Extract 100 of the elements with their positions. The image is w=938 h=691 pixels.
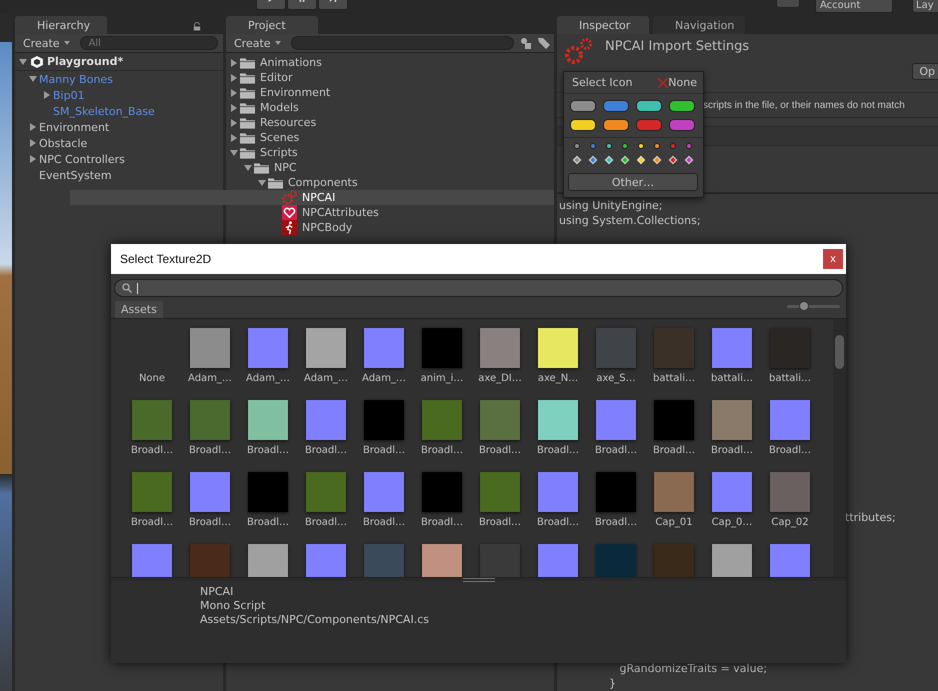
texture-thumbnail[interactable] <box>306 328 346 368</box>
label-icon-option[interactable] <box>570 119 596 131</box>
texture-thumbnail[interactable] <box>190 544 230 577</box>
label-icon-option[interactable] <box>636 100 662 112</box>
project-row[interactable]: NPCBody <box>270 220 554 235</box>
texture-thumbnail[interactable] <box>654 328 694 368</box>
collapsed-arrow-icon[interactable] <box>230 104 238 112</box>
texture-thumbnail[interactable] <box>248 544 288 577</box>
collapsed-arrow-icon[interactable] <box>230 88 238 96</box>
dot-icon-option[interactable] <box>686 143 692 149</box>
texture-thumbnail[interactable] <box>538 328 578 368</box>
project-row[interactable]: Components <box>256 175 554 190</box>
assets-tab[interactable]: Assets <box>115 301 163 318</box>
texture-thumbnail[interactable] <box>190 328 230 368</box>
texture-thumbnail[interactable] <box>306 400 346 440</box>
diamond-icon-option[interactable] <box>684 156 694 164</box>
close-button[interactable]: x <box>823 249 843 269</box>
project-row[interactable]: Editor <box>228 70 554 85</box>
search-field[interactable] <box>290 36 514 50</box>
project-row[interactable]: Scenes <box>228 130 554 145</box>
collapsed-arrow-icon[interactable] <box>230 74 238 82</box>
texture-thumbnail[interactable] <box>248 472 288 512</box>
texture-thumbnail[interactable] <box>770 472 810 512</box>
hierarchy-item[interactable]: SM_Skeleton_Base <box>53 104 155 118</box>
project-row[interactable]: Animations <box>228 55 554 70</box>
expanded-arrow-icon[interactable] <box>258 178 266 186</box>
hierarchy-item[interactable]: Environment <box>39 120 110 134</box>
none-button[interactable]: None <box>658 76 697 89</box>
project-row[interactable]: NPCAttributes <box>270 205 554 220</box>
layout-dropdown[interactable]: Lay <box>912 0 938 13</box>
texture-thumbnail[interactable] <box>190 400 230 440</box>
texture-thumbnail[interactable] <box>480 328 520 368</box>
dot-icon-option[interactable] <box>574 143 580 149</box>
inspector-tab[interactable]: Inspector <box>557 16 649 34</box>
expanded-arrow-icon[interactable] <box>244 164 252 172</box>
scrollbar[interactable] <box>833 319 846 577</box>
project-row[interactable]: Scripts <box>228 145 554 160</box>
diamond-icon-option[interactable] <box>636 156 646 164</box>
texture-thumbnail[interactable] <box>248 400 288 440</box>
texture-thumbnail[interactable] <box>712 472 752 512</box>
texture-thumbnail[interactable] <box>190 472 230 512</box>
dot-icon-option[interactable] <box>590 143 596 149</box>
search-field[interactable] <box>114 279 843 297</box>
hierarchy-item[interactable]: Obstacle <box>39 136 88 150</box>
diamond-icon-option[interactable] <box>604 156 614 164</box>
project-tab[interactable]: Project <box>226 16 318 34</box>
texture-thumbnail[interactable] <box>480 400 520 440</box>
collapsed-arrow-icon[interactable] <box>29 155 37 163</box>
collapsed-arrow-icon[interactable] <box>29 123 37 131</box>
dot-icon-option[interactable] <box>622 143 628 149</box>
texture-thumbnail[interactable] <box>770 544 810 577</box>
dot-icon-option[interactable] <box>654 143 660 149</box>
texture-thumbnail[interactable] <box>248 328 288 368</box>
resize-handle[interactable] <box>111 577 846 581</box>
texture-thumbnail[interactable] <box>422 328 462 368</box>
texture-thumbnail[interactable] <box>132 400 172 440</box>
texture-thumbnail[interactable] <box>654 472 694 512</box>
texture-thumbnail[interactable] <box>712 328 752 368</box>
hierarchy-tab[interactable]: Hierarchy <box>15 16 107 34</box>
account-dropdown[interactable]: Account <box>815 0 893 13</box>
texture-thumbnail[interactable] <box>422 400 462 440</box>
scene-name[interactable]: Playground* <box>47 55 124 68</box>
texture-thumbnail[interactable] <box>132 472 172 512</box>
project-row[interactable]: NPCAI <box>70 190 554 205</box>
lock-icon[interactable] <box>193 22 201 31</box>
project-row[interactable]: Models <box>228 100 554 115</box>
hierarchy-item[interactable]: NPC Controllers <box>39 152 125 166</box>
project-row[interactable]: NPC <box>242 160 554 175</box>
texture-thumbnail[interactable] <box>596 328 636 368</box>
expanded-arrow-icon[interactable] <box>19 58 27 66</box>
texture-thumbnail[interactable] <box>306 544 346 577</box>
texture-thumbnail[interactable] <box>422 544 462 577</box>
project-row[interactable]: Environment <box>228 85 554 100</box>
search-field[interactable]: All <box>80 36 218 50</box>
create-dropdown[interactable]: Create <box>19 36 74 50</box>
texture-thumbnail[interactable] <box>364 328 404 368</box>
inspector-tab[interactable]: Navigation <box>653 16 745 34</box>
dot-icon-option[interactable] <box>638 143 644 149</box>
diamond-icon-option[interactable] <box>588 156 598 164</box>
texture-thumbnail[interactable] <box>596 544 636 577</box>
hierarchy-item[interactable]: Manny Bones <box>39 72 113 86</box>
collapsed-arrow-icon[interactable] <box>29 139 37 147</box>
hierarchy-item[interactable]: Bip01 <box>53 88 85 102</box>
diamond-icon-option[interactable] <box>668 156 678 164</box>
collapsed-arrow-icon[interactable] <box>230 58 238 66</box>
open-button[interactable]: Op <box>912 63 938 80</box>
texture-thumbnail[interactable] <box>654 400 694 440</box>
label-icon-option[interactable] <box>669 100 695 112</box>
project-row[interactable]: Resources <box>228 115 554 130</box>
label-icon-option[interactable] <box>603 119 629 131</box>
collapsed-arrow-icon[interactable] <box>230 118 238 126</box>
slider-thumb[interactable] <box>799 301 810 311</box>
diamond-icon-option[interactable] <box>652 156 662 164</box>
texture-thumbnail[interactable] <box>596 400 636 440</box>
expanded-arrow-icon[interactable] <box>230 148 238 156</box>
hierarchy-item[interactable]: EventSystem <box>39 168 112 182</box>
texture-thumbnail[interactable] <box>712 400 752 440</box>
tag-icon[interactable] <box>538 37 550 49</box>
collapsed-arrow-icon[interactable] <box>230 134 238 142</box>
texture-thumbnail[interactable] <box>770 400 810 440</box>
